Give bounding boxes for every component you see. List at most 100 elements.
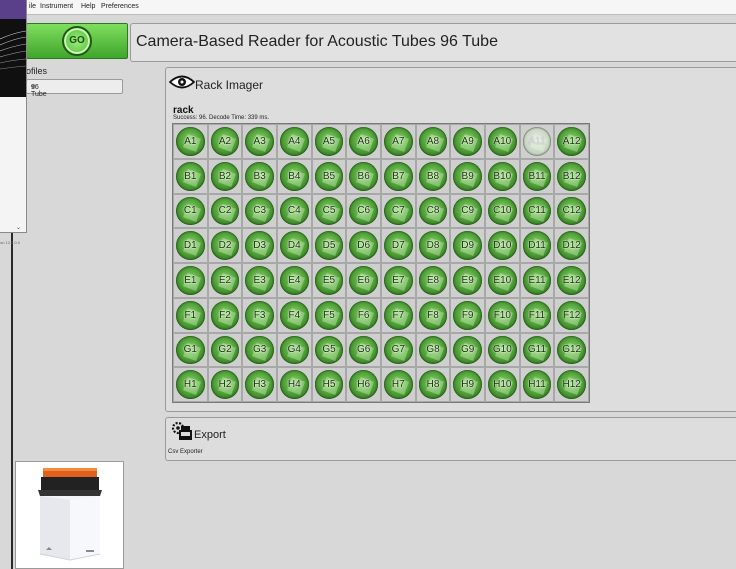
tube-well[interactable]: B4 (280, 161, 309, 191)
tube-well[interactable]: E12 (557, 266, 586, 295)
tube-well[interactable]: F6 (349, 300, 378, 330)
tube-well[interactable]: H7 (384, 370, 413, 399)
go-button[interactable]: GO (26, 23, 128, 59)
tube-well[interactable]: C10 (488, 196, 517, 226)
tube-well[interactable]: F3 (245, 300, 274, 330)
tube-well[interactable]: D11 (522, 231, 552, 260)
tube-well[interactable]: C2 (210, 196, 240, 226)
tube-well[interactable]: A11 (522, 127, 552, 156)
tube-well[interactable]: C8 (418, 196, 448, 226)
tube-well[interactable]: H9 (453, 370, 482, 399)
tube-well[interactable]: A1 (176, 127, 205, 156)
tube-well[interactable]: E1 (176, 266, 205, 295)
tube-well[interactable]: G3 (245, 335, 274, 365)
tube-well[interactable]: B1 (176, 161, 205, 191)
tube-well[interactable]: G4 (280, 335, 309, 365)
tube-well[interactable]: C7 (384, 196, 413, 226)
tube-well[interactable]: G10 (488, 335, 517, 365)
tube-well[interactable]: D2 (210, 231, 240, 260)
tube-well[interactable]: H2 (210, 370, 240, 399)
tube-well[interactable]: B2 (210, 161, 240, 191)
tube-well[interactable]: B6 (349, 161, 378, 191)
scroll-down-icon[interactable]: ⌄ (16, 224, 21, 231)
tube-well[interactable]: E4 (280, 266, 309, 295)
tube-well[interactable]: D3 (245, 231, 274, 260)
menu-preferences[interactable]: Preferences (101, 3, 139, 10)
tube-well[interactable]: B9 (453, 161, 482, 191)
tube-well[interactable]: E8 (418, 266, 448, 295)
tube-well[interactable]: G1 (176, 335, 205, 365)
tube-well[interactable]: G11 (522, 335, 552, 365)
tube-well[interactable]: H6 (349, 370, 378, 399)
tube-well[interactable]: A10 (488, 127, 517, 156)
tube-well[interactable]: B10 (488, 161, 517, 191)
tube-well[interactable]: H5 (314, 370, 344, 399)
tube-well[interactable]: E11 (522, 266, 552, 295)
tube-well[interactable]: F9 (453, 300, 482, 330)
tube-well[interactable]: G5 (314, 335, 344, 365)
tube-well[interactable]: C6 (349, 196, 378, 226)
tube-well[interactable]: E7 (384, 266, 413, 295)
tube-well[interactable]: A3 (245, 127, 274, 156)
tube-well[interactable]: E3 (245, 266, 274, 295)
tube-well[interactable]: F12 (557, 300, 586, 330)
tube-well[interactable]: A4 (280, 127, 309, 156)
tube-well[interactable]: E6 (349, 266, 378, 295)
tube-well[interactable]: C4 (280, 196, 309, 226)
tube-well[interactable]: F2 (210, 300, 240, 330)
tube-well[interactable]: D6 (349, 231, 378, 260)
tube-well[interactable]: G6 (349, 335, 378, 365)
tube-well[interactable]: G2 (210, 335, 240, 365)
menu-help[interactable]: Help (81, 3, 95, 10)
tube-well[interactable]: D4 (280, 231, 309, 260)
profile-item-96-tube[interactable]: < 96 Tube (26, 79, 123, 98)
tube-well[interactable]: A5 (314, 127, 344, 156)
tube-well[interactable]: H4 (280, 370, 309, 399)
tube-well[interactable]: G8 (418, 335, 448, 365)
tube-well[interactable]: A9 (453, 127, 482, 156)
tube-well[interactable]: B3 (245, 161, 274, 191)
tube-well[interactable]: D9 (453, 231, 482, 260)
tube-well[interactable]: H1 (176, 370, 205, 399)
tube-well[interactable]: B12 (557, 161, 586, 191)
tube-well[interactable]: F10 (488, 300, 517, 330)
tube-well[interactable]: D5 (314, 231, 344, 260)
tube-well[interactable]: F7 (384, 300, 413, 330)
tube-well[interactable]: D10 (488, 231, 517, 260)
tube-well[interactable]: E10 (488, 266, 517, 295)
menu-instrument[interactable]: Instrument (40, 3, 73, 10)
tube-well[interactable]: C12 (557, 196, 586, 226)
tube-well[interactable]: B8 (418, 161, 448, 191)
tube-well[interactable]: A2 (210, 127, 240, 156)
tube-well[interactable]: H11 (522, 370, 552, 399)
tube-well[interactable]: G12 (557, 335, 586, 365)
tube-well[interactable]: C9 (453, 196, 482, 226)
tube-well[interactable]: C5 (314, 196, 344, 226)
tube-well[interactable]: E5 (314, 266, 344, 295)
tube-well[interactable]: A8 (418, 127, 448, 156)
tube-well[interactable]: A7 (384, 127, 413, 156)
tube-well[interactable]: D12 (557, 231, 586, 260)
tube-well[interactable]: D8 (418, 231, 448, 260)
tube-well[interactable]: C1 (176, 196, 205, 226)
tube-well[interactable]: A6 (349, 127, 378, 156)
tube-well[interactable]: F4 (280, 300, 309, 330)
tube-well[interactable]: B5 (314, 161, 344, 191)
tube-well[interactable]: F5 (314, 300, 344, 330)
tube-well[interactable]: F8 (418, 300, 448, 330)
tube-well[interactable]: E2 (210, 266, 240, 295)
exporter-label[interactable]: Csv Exporter (168, 449, 203, 455)
tube-well[interactable]: G9 (453, 335, 482, 365)
tube-well[interactable]: F11 (522, 300, 552, 330)
menu-file[interactable]: ile (29, 3, 36, 10)
tube-well[interactable]: H12 (557, 370, 586, 399)
tube-well[interactable]: B7 (384, 161, 413, 191)
tube-well[interactable]: D1 (176, 231, 205, 260)
tube-well[interactable]: B11 (522, 161, 552, 191)
tube-well[interactable]: C3 (245, 196, 274, 226)
tube-well[interactable]: A12 (557, 127, 586, 156)
tube-well[interactable]: E9 (453, 266, 482, 295)
tube-well[interactable]: H8 (418, 370, 448, 399)
tube-well[interactable]: C11 (522, 196, 552, 226)
tube-well[interactable]: G7 (384, 335, 413, 365)
